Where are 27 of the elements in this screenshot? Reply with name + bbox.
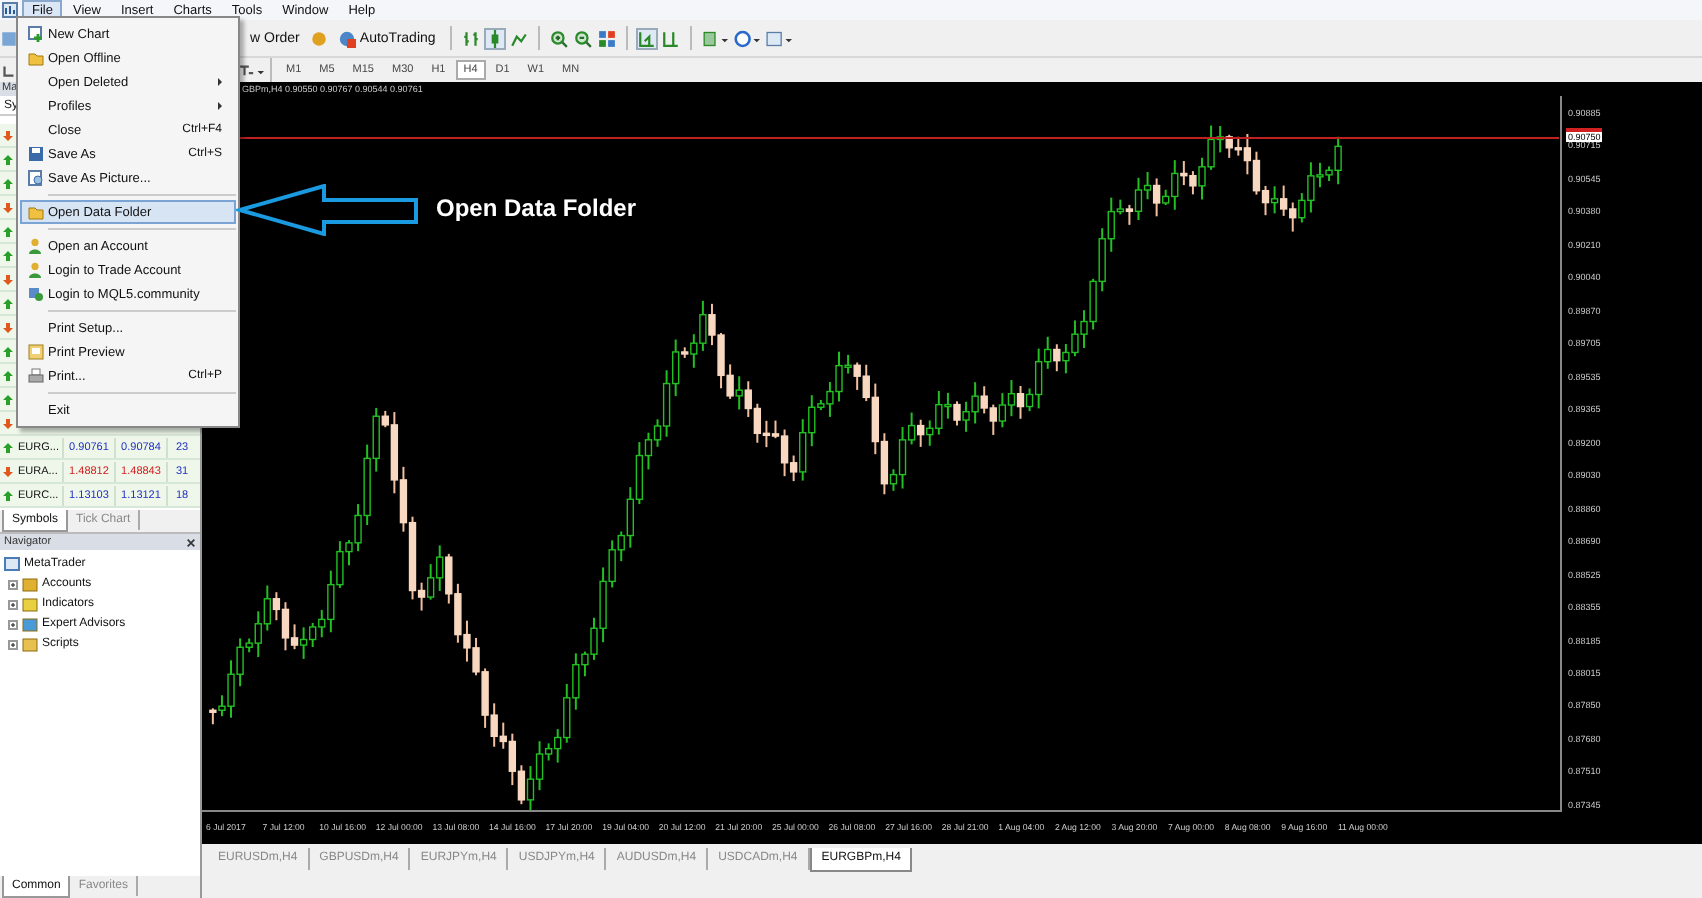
zoom-in-icon[interactable] <box>549 29 568 47</box>
auto-scroll-icon[interactable] <box>637 29 656 47</box>
printer-icon <box>27 368 43 384</box>
expand-toggle-icon[interactable] <box>8 619 18 629</box>
picture-icon <box>27 170 43 186</box>
expand-toggle-icon[interactable] <box>8 599 18 609</box>
expand-toggle-icon[interactable] <box>8 579 18 589</box>
terminal-icon <box>4 556 20 572</box>
indicators-icon[interactable] <box>701 29 728 47</box>
person-icon <box>27 238 43 254</box>
line-chart-icon[interactable] <box>509 29 528 47</box>
expand-toggle-icon[interactable] <box>8 639 18 649</box>
app-icon <box>2 2 18 18</box>
folder-icon <box>27 50 43 66</box>
bar-chart-icon[interactable] <box>461 29 480 47</box>
zoom-out-icon[interactable] <box>573 29 592 47</box>
person-icon <box>27 262 43 278</box>
candlestick-icon[interactable] <box>485 29 504 47</box>
preview-icon <box>27 344 43 360</box>
chart-shift-icon[interactable] <box>661 29 680 47</box>
tile-windows-icon[interactable] <box>597 29 616 47</box>
template-icon[interactable] <box>765 29 792 47</box>
callout-text: Open Data Folder <box>436 194 637 222</box>
chart-icon <box>27 26 43 42</box>
drawing-tools-icon[interactable] <box>238 61 264 79</box>
close-icon[interactable] <box>186 537 196 547</box>
clock-icon[interactable] <box>733 29 760 47</box>
